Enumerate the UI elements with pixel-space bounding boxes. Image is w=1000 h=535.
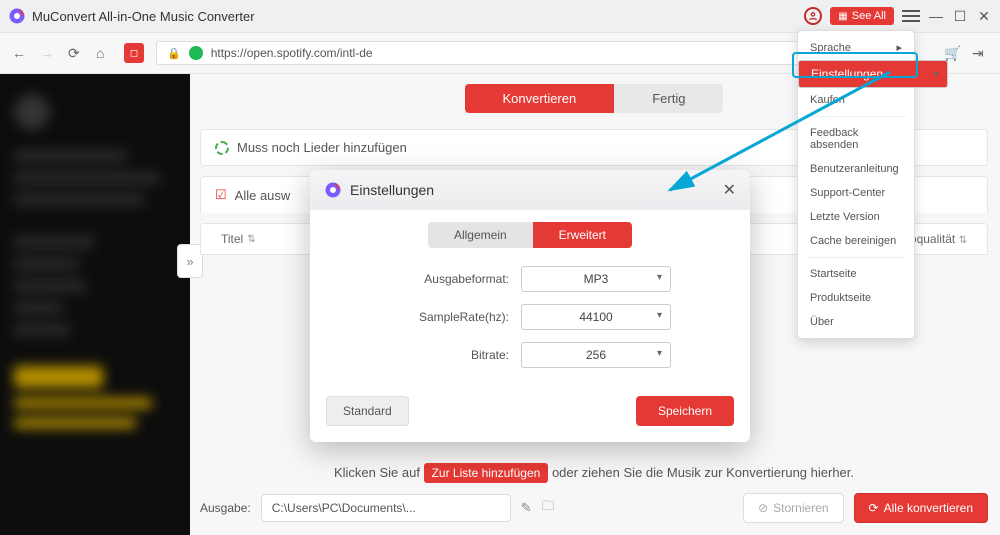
dialog-logo-icon bbox=[324, 181, 342, 199]
spotify-favicon-icon bbox=[189, 46, 203, 60]
output-path-box[interactable]: C:\Users\PC\Documents\... bbox=[261, 494, 511, 522]
cancel-button[interactable]: ⊘Stornieren bbox=[743, 493, 843, 523]
add-to-list-chip[interactable]: Zur Liste hinzufügen bbox=[424, 463, 549, 483]
dialog-title: Einstellungen bbox=[350, 182, 434, 198]
label-output-format: Ausgabeformat: bbox=[389, 272, 509, 286]
select-output-format[interactable]: MP3 bbox=[521, 266, 671, 292]
menu-item-version[interactable]: Letzte Version bbox=[798, 205, 914, 229]
row-bitrate: Bitrate: 256 bbox=[310, 342, 750, 368]
browse-folder-icon[interactable]: 🗀 bbox=[542, 497, 555, 519]
main-menu-dropdown: Sprache▸ Einstellungen Kaufen Feedback a… bbox=[797, 30, 915, 339]
row-sample-rate: SampleRate(hz): 44100 bbox=[310, 304, 750, 330]
titlebar: MuConvert All-in-One Music Converter ▦Se… bbox=[0, 0, 1000, 32]
menu-item-product[interactable]: Produktseite bbox=[798, 286, 914, 310]
menu-item-language[interactable]: Sprache▸ bbox=[798, 35, 914, 60]
menu-item-support[interactable]: Support-Center bbox=[798, 181, 914, 205]
submenu-arrow-icon: ▸ bbox=[896, 41, 902, 54]
bottom-bar: Ausgabe: C:\Users\PC\Documents\... ✎ 🗀 ⊘… bbox=[200, 493, 988, 523]
select-bitrate[interactable]: 256 bbox=[521, 342, 671, 368]
nav-forward-icon[interactable]: → bbox=[40, 45, 56, 61]
tab-convert[interactable]: Konvertieren bbox=[465, 84, 615, 113]
user-account-icon[interactable] bbox=[804, 7, 822, 25]
info-need-songs-text: Muss noch Lieder hinzufügen bbox=[237, 140, 407, 155]
dialog-tabs: Allgemein Erweitert bbox=[310, 222, 750, 248]
queue-icon[interactable]: ⇥ bbox=[972, 45, 988, 62]
drop-hint: Klicken Sie auf Zur Liste hinzufügen ode… bbox=[200, 465, 988, 480]
window-close-icon[interactable]: ✕ bbox=[976, 8, 992, 25]
spinner-icon bbox=[215, 141, 229, 155]
menu-item-cache[interactable]: Cache bereinigen bbox=[798, 229, 914, 253]
nav-home-icon[interactable]: ⌂ bbox=[96, 45, 112, 61]
cancel-icon: ⊘ bbox=[758, 501, 768, 515]
nav-refresh-icon[interactable]: ⟳ bbox=[68, 45, 84, 62]
dialog-footer: Standard Speichern bbox=[310, 380, 750, 442]
address-bar[interactable]: 🔒 https://open.spotify.com/intl-de bbox=[156, 41, 886, 65]
select-all-checkbox-icon[interactable]: ☑ bbox=[215, 187, 227, 203]
app-logo-icon bbox=[8, 7, 26, 25]
save-button[interactable]: Speichern bbox=[636, 396, 734, 426]
window-maximize-icon[interactable]: ☐ bbox=[952, 8, 968, 25]
settings-dialog: Einstellungen ✕ Allgemein Erweitert Ausg… bbox=[310, 170, 750, 442]
standard-button[interactable]: Standard bbox=[326, 396, 409, 426]
lock-icon: 🔒 bbox=[167, 47, 181, 60]
column-quality[interactable]: oqualität ⇅ bbox=[910, 232, 967, 246]
nav-back-icon[interactable]: ← bbox=[12, 45, 28, 61]
dialog-tab-advanced[interactable]: Erweitert bbox=[533, 222, 632, 248]
label-bitrate: Bitrate: bbox=[389, 348, 509, 362]
see-all-label: See All bbox=[852, 10, 886, 22]
convert-all-button[interactable]: ⟳Alle konvertieren bbox=[854, 493, 988, 523]
convert-icon: ⟳ bbox=[869, 501, 879, 515]
spotify-sidebar bbox=[0, 74, 190, 535]
select-all-label: Alle ausw bbox=[235, 188, 291, 203]
service-tile-icon[interactable]: ◻ bbox=[124, 43, 144, 63]
menu-item-feedback[interactable]: Feedback absenden bbox=[798, 121, 914, 157]
tab-done[interactable]: Fertig bbox=[614, 84, 723, 113]
row-output-format: Ausgabeformat: MP3 bbox=[310, 266, 750, 292]
label-sample-rate: SampleRate(hz): bbox=[389, 310, 509, 324]
sort-icon[interactable]: ⇅ bbox=[959, 235, 967, 246]
dialog-header: Einstellungen ✕ bbox=[310, 170, 750, 210]
menu-item-settings[interactable]: Einstellungen bbox=[798, 60, 948, 88]
dialog-tab-general[interactable]: Allgemein bbox=[428, 222, 533, 248]
dialog-close-icon[interactable]: ✕ bbox=[723, 180, 736, 200]
window-minimize-icon[interactable]: — bbox=[928, 8, 944, 24]
app-title: MuConvert All-in-One Music Converter bbox=[32, 9, 804, 24]
select-sample-rate[interactable]: 44100 bbox=[521, 304, 671, 330]
output-label: Ausgabe: bbox=[200, 501, 251, 515]
cart-icon[interactable]: 🛒 bbox=[944, 45, 960, 62]
menu-item-manual[interactable]: Benutzeranleitung bbox=[798, 157, 914, 181]
menu-item-buy[interactable]: Kaufen bbox=[798, 88, 914, 112]
menu-item-home[interactable]: Startseite bbox=[798, 262, 914, 286]
sort-icon[interactable]: ⇅ bbox=[247, 234, 255, 245]
url-text: https://open.spotify.com/intl-de bbox=[211, 46, 373, 60]
menu-item-about[interactable]: Über bbox=[798, 310, 914, 334]
open-folder-icon[interactable]: ✎ bbox=[521, 500, 532, 516]
output-path-text: C:\Users\PC\Documents\... bbox=[272, 501, 416, 515]
hamburger-menu-icon[interactable] bbox=[902, 10, 920, 22]
see-all-button[interactable]: ▦See All bbox=[830, 7, 894, 25]
